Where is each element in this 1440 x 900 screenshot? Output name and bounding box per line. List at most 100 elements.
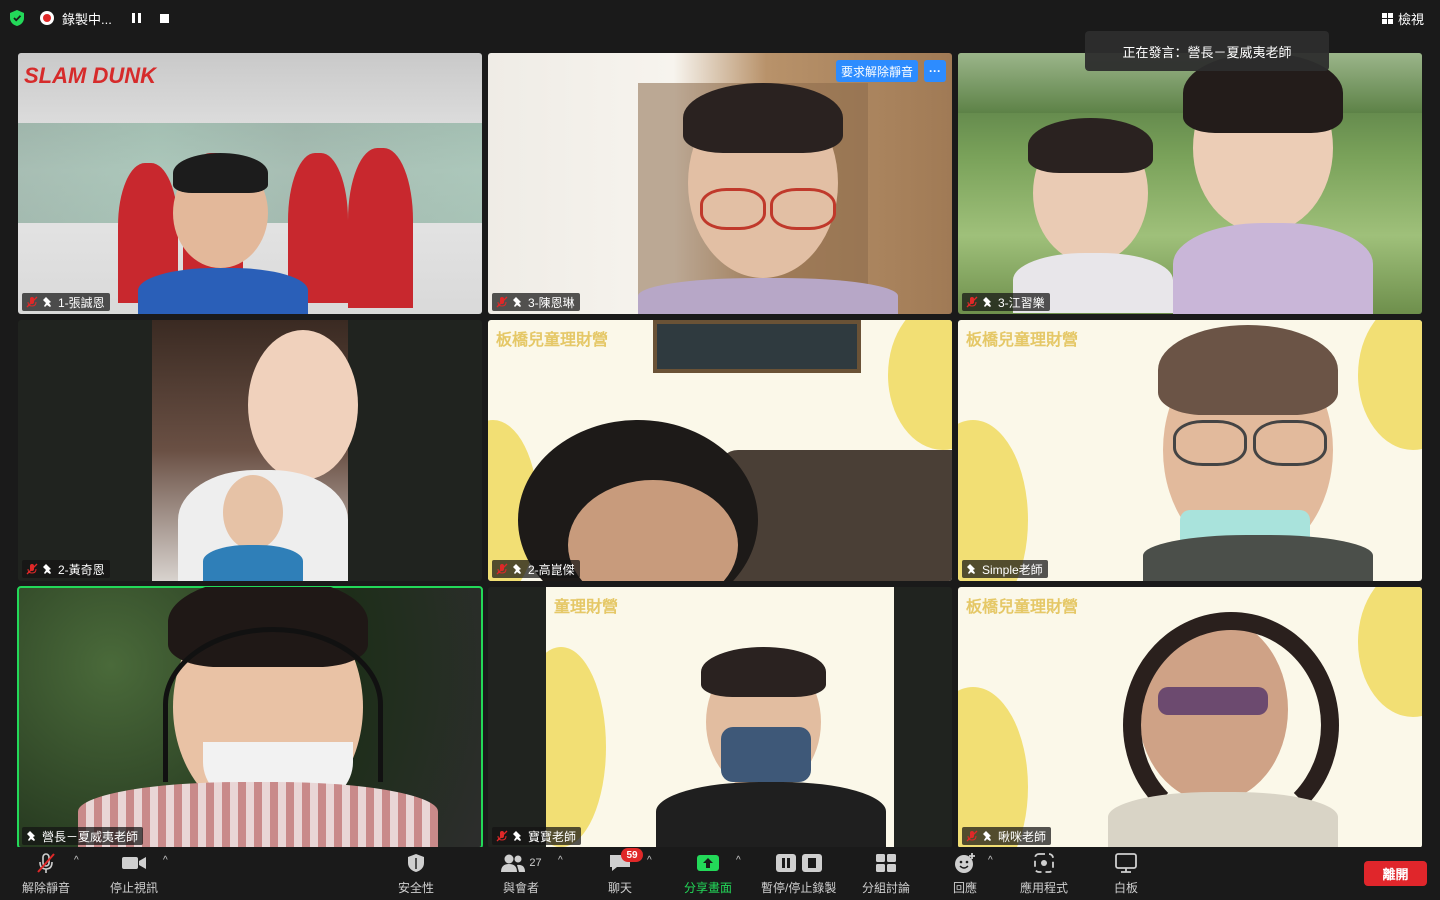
mic-muted-icon [496, 296, 508, 308]
whiteboard-icon [1115, 853, 1137, 873]
view-button[interactable]: 檢視 [1381, 9, 1424, 28]
apps-icon [1034, 853, 1054, 873]
pause-recording-icon [775, 854, 796, 872]
video-tile-active-speaker[interactable]: 營長－夏威夷老師 [17, 586, 483, 849]
view-label: 檢視 [1397, 12, 1424, 27]
video-camera-icon [122, 857, 146, 869]
participant-shirt [1143, 535, 1373, 581]
grid-view-icon [1381, 13, 1393, 24]
participant-name: 營長－夏威夷老師 [42, 829, 139, 844]
breakout-rooms-button[interactable]: 分組討論 [862, 851, 910, 896]
participant-shirt [656, 782, 886, 848]
participant-shirt [138, 268, 308, 314]
stop-recording-icon[interactable] [159, 13, 169, 23]
wall-frame [653, 320, 861, 373]
apps-button[interactable]: 應用程式 [1020, 851, 1068, 896]
video-options-caret-icon[interactable]: ^ [163, 855, 168, 866]
background-decoration [1358, 587, 1422, 717]
share-screen-label: 分享畫面 [684, 881, 733, 895]
pin-icon [967, 564, 975, 574]
video-tile[interactable]: 板橋兒童理財營 啾咪老師 [958, 587, 1422, 848]
participant-name-tag: 寶寶老師 [492, 827, 582, 845]
apps-label: 應用程式 [1020, 881, 1069, 895]
participant-name: 1-張誠恩 [58, 295, 105, 310]
security-shield-icon[interactable] [9, 9, 25, 27]
video-tile[interactable]: 要求解除靜音 ··· 3-陳恩琳 [488, 53, 952, 314]
hair [1028, 118, 1153, 173]
reactions-options-caret-icon[interactable]: ^ [988, 855, 993, 866]
pin-icon [27, 831, 35, 841]
glasses [1158, 687, 1268, 715]
participant-name-tag: 營長－夏威夷老師 [22, 827, 144, 845]
player-figure [348, 148, 413, 308]
mic-muted-icon [496, 563, 508, 575]
slamdunk-logo: SLAM DUNK [24, 63, 156, 88]
video-tile[interactable]: 板橋兒童理財營 Simple老師 [958, 320, 1422, 581]
hair [701, 647, 826, 697]
shield-icon [408, 854, 424, 872]
participant-name-tag: 2-黃奇恩 [22, 560, 110, 578]
participants-label: 與會者 [502, 881, 539, 895]
glasses [1253, 420, 1327, 466]
background-watermark: 板橋兒童理財營 [966, 332, 1079, 349]
video-tile[interactable]: 板橋兒童理財營 2-高崑傑 [488, 320, 952, 581]
background-decoration [958, 420, 1028, 581]
pin-icon [513, 297, 521, 307]
participant-name-tag: Simple老師 [962, 560, 1048, 578]
chat-button[interactable]: 59 聊天 [607, 848, 643, 896]
background-decoration [958, 687, 1028, 848]
mic-muted-icon [966, 830, 978, 842]
pause-recording-icon[interactable] [131, 13, 142, 23]
hair [173, 153, 268, 193]
pin-icon [983, 831, 991, 841]
background-watermark: 童理財營 [554, 599, 619, 616]
participant-name: 啾咪老師 [998, 829, 1047, 844]
participant-face [223, 475, 283, 550]
security-label: 安全性 [398, 881, 435, 895]
glasses [770, 188, 836, 230]
reactions-label: 回應 [952, 881, 977, 895]
video-tile[interactable]: SLAM DUNK 1-張誠恩 [18, 53, 482, 314]
reactions-button[interactable]: 回應 [952, 851, 978, 896]
more-options-button[interactable]: ··· [924, 60, 946, 82]
stop-video-button[interactable]: 停止視訊 [110, 851, 158, 896]
video-tile[interactable]: 2-黃奇恩 [18, 320, 482, 581]
security-button[interactable]: 安全性 [398, 851, 434, 896]
participants-icon [501, 854, 526, 872]
audio-options-caret-icon[interactable]: ^ [74, 855, 79, 866]
record-dot-icon [40, 11, 54, 25]
chat-options-caret-icon[interactable]: ^ [647, 855, 652, 866]
participant-name-tag: 3-陳恩琳 [492, 293, 580, 311]
mic-muted-icon [26, 563, 38, 575]
mic-muted-icon [496, 830, 508, 842]
leave-meeting-button[interactable]: 離開 [1364, 861, 1427, 886]
ask-to-unmute-button[interactable]: 要求解除靜音 [835, 60, 918, 82]
video-feed: 童理財營 [546, 587, 894, 848]
whiteboard-label: 白板 [1113, 881, 1138, 895]
share-screen-button[interactable]: 分享畫面 [684, 851, 732, 896]
participant-name-tag: 3-江習樂 [962, 293, 1050, 311]
video-tile[interactable]: 3-江習樂 [958, 53, 1422, 314]
pause-stop-recording-label: 暫停/停止錄製 [761, 881, 837, 895]
face-mask [721, 727, 811, 782]
participant-shirt [203, 545, 303, 581]
pause-stop-recording-button[interactable]: 暫停/停止錄製 [761, 851, 836, 896]
stop-video-label: 停止視訊 [110, 881, 159, 895]
participants-options-caret-icon[interactable]: ^ [558, 855, 563, 866]
participant-name: 3-江習樂 [998, 295, 1045, 310]
breakout-rooms-icon [876, 854, 896, 872]
share-options-caret-icon[interactable]: ^ [736, 855, 741, 866]
background-watermark: 板橋兒童理財營 [496, 332, 609, 349]
participant-name: 2-黃奇恩 [58, 562, 105, 577]
pin-icon [513, 831, 521, 841]
chat-label: 聊天 [607, 881, 632, 895]
participant-name-tag: 啾咪老師 [962, 827, 1052, 845]
participant-name: Simple老師 [982, 562, 1043, 577]
whiteboard-button[interactable]: 白板 [1113, 851, 1139, 896]
video-tile[interactable]: 童理財營 寶寶老師 [488, 587, 952, 848]
unmute-button[interactable]: 解除靜音 [22, 851, 70, 896]
participants-button[interactable]: 27 與會者 [497, 851, 545, 896]
hair [683, 83, 843, 153]
mic-muted-icon [37, 853, 55, 873]
stop-recording-icon [801, 854, 822, 872]
